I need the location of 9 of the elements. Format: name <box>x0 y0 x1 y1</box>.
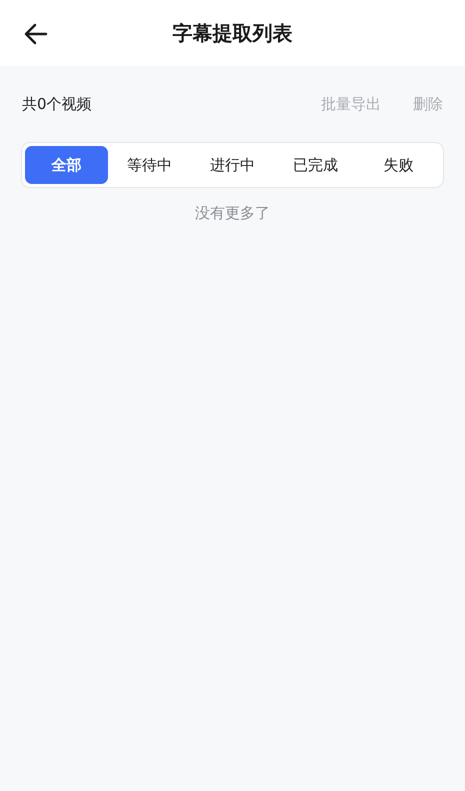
page-title: 字幕提取列表 <box>172 20 292 47</box>
video-count: 共0个视频 <box>22 94 92 115</box>
filter-tab[interactable]: 已完成 <box>274 146 357 184</box>
back-icon[interactable] <box>24 21 48 45</box>
list-end-text: 没有更多了 <box>194 203 271 224</box>
filter-tab[interactable]: 全部 <box>25 146 108 184</box>
filter-tab[interactable]: 进行中 <box>191 146 274 184</box>
filter-tab[interactable]: 等待中 <box>108 146 191 184</box>
filter-tab[interactable]: 失败 <box>357 146 440 184</box>
